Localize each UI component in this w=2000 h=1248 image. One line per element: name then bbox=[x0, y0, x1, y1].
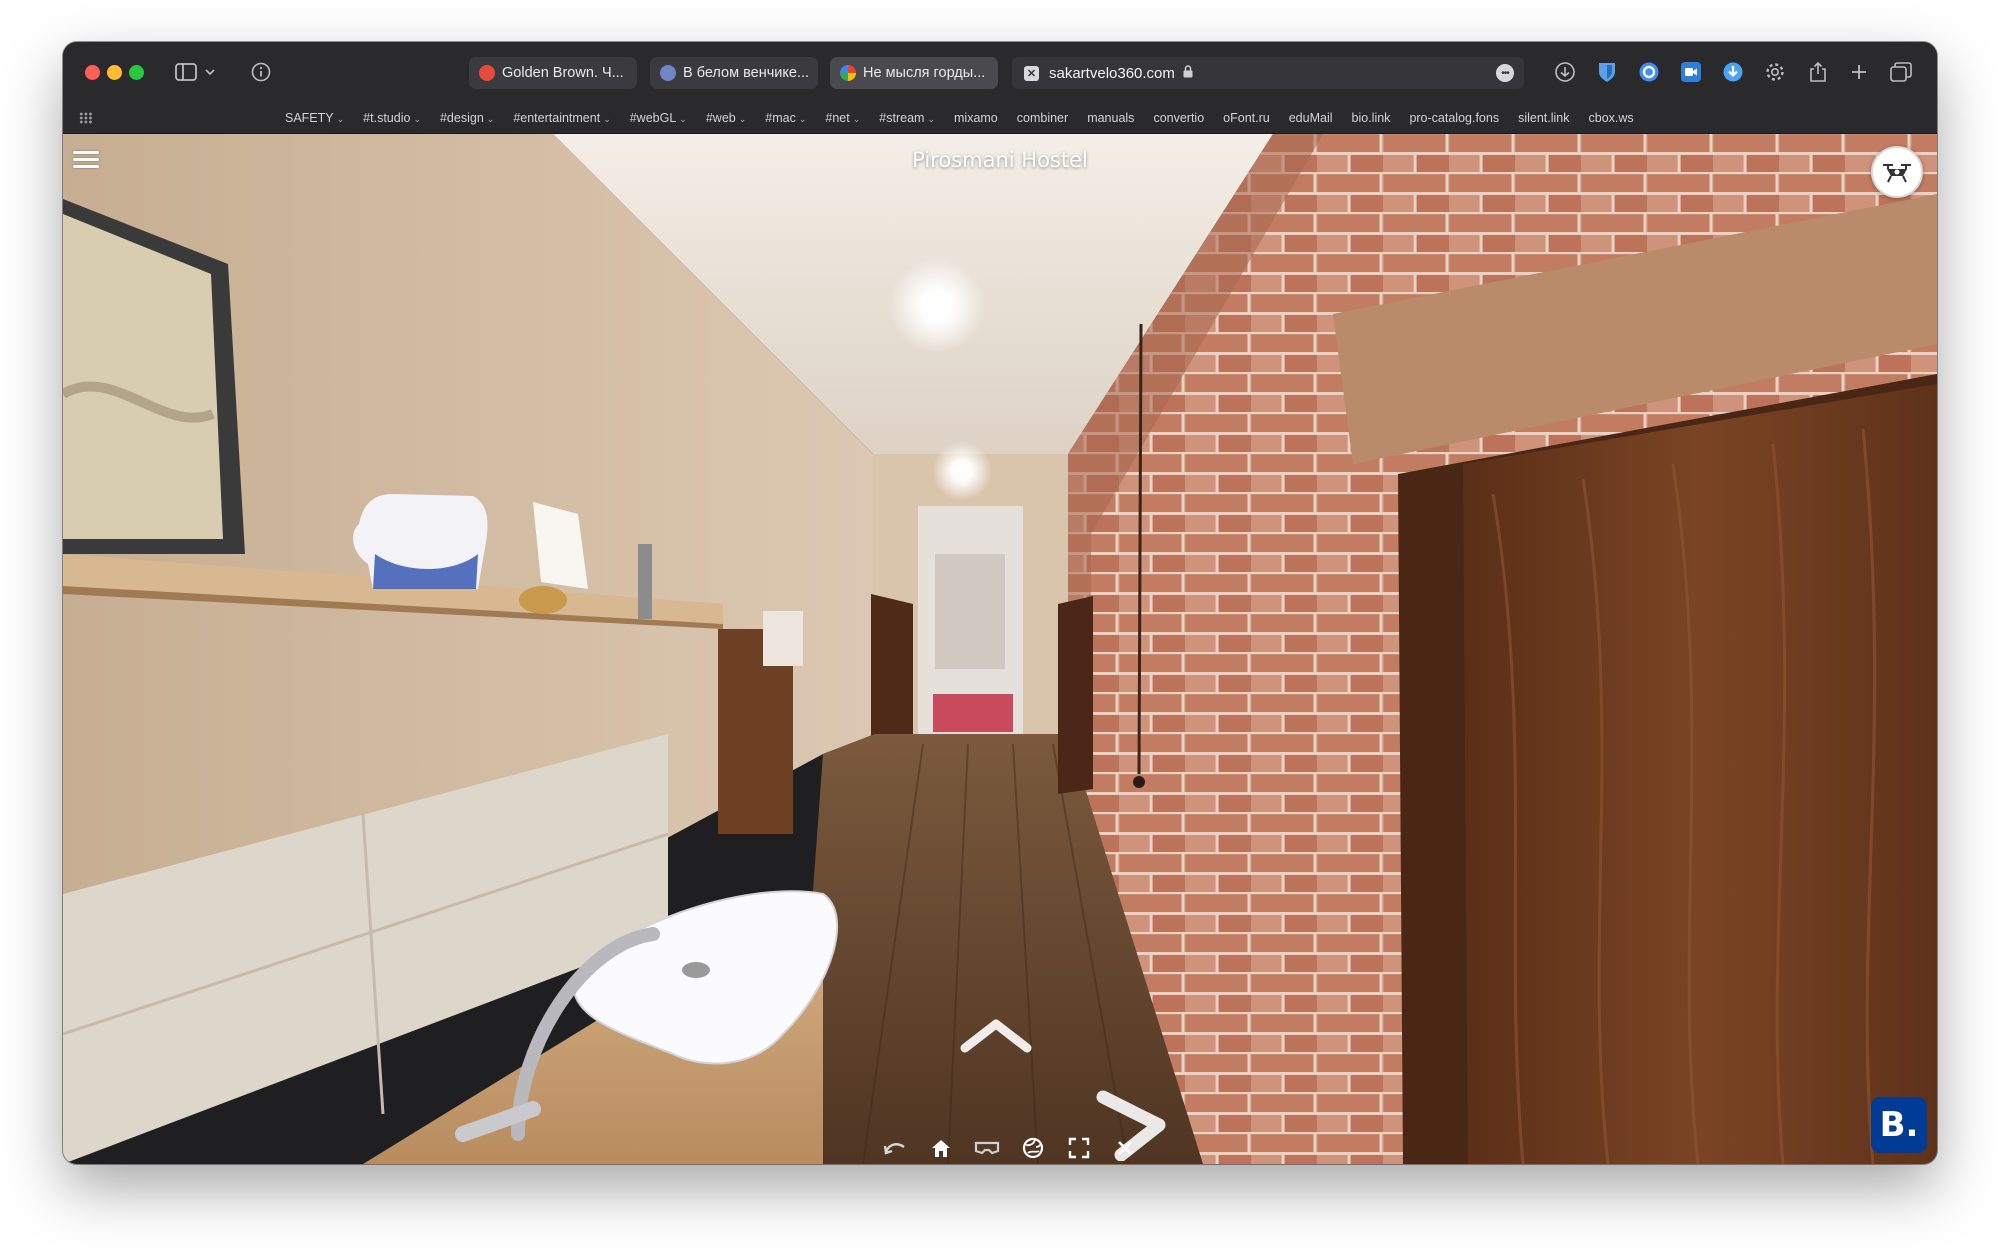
bookmark-silentlink[interactable]: silent.link bbox=[1518, 111, 1569, 125]
page-favicon-icon: ✕ bbox=[1024, 65, 1039, 81]
sidebar-toggle-icon[interactable] bbox=[173, 59, 199, 85]
chevron-down-icon: ⌄ bbox=[679, 114, 687, 124]
bookmark-manuals[interactable]: manuals bbox=[1087, 111, 1134, 125]
tab-favicon-icon bbox=[660, 65, 676, 81]
bookmark-label: #t.studio bbox=[363, 111, 411, 125]
chevron-down-icon: ⌄ bbox=[486, 114, 495, 124]
panorama-viewer[interactable]: Pirosmani Hostel B. bbox=[63, 134, 1937, 1164]
chevron-down-icon: ⌄ bbox=[798, 114, 807, 124]
bookmark-label: #webGL bbox=[629, 111, 677, 125]
bookmark-ofont[interactable]: oFont.ru bbox=[1223, 111, 1270, 125]
booking-button[interactable]: B. bbox=[1871, 1097, 1927, 1153]
tab-golden-brown[interactable]: Golden Brown. Ч... bbox=[469, 57, 637, 89]
bookmark-label: #design bbox=[439, 111, 484, 125]
bookmark-label: #mac bbox=[765, 111, 796, 125]
bookmark-label: #entertaintment bbox=[513, 111, 601, 125]
bookmark-folder-tstudio[interactable]: #t.studio ⌄ bbox=[363, 111, 421, 125]
tour-title: Pirosmani Hostel bbox=[912, 148, 1088, 172]
gear-icon[interactable] bbox=[1763, 60, 1787, 84]
bookmark-folder-stream[interactable]: #stream ⌄ bbox=[879, 111, 935, 125]
bookmark-edumail[interactable]: eduMail bbox=[1289, 111, 1333, 125]
panorama-scene[interactable] bbox=[63, 134, 1937, 1164]
bookmark-mixamo[interactable]: mixamo bbox=[954, 111, 998, 125]
tab-label: В белом венчике... bbox=[683, 65, 810, 81]
bitwarden-icon[interactable] bbox=[1595, 60, 1619, 84]
drone-view-icon[interactable] bbox=[1871, 146, 1923, 198]
browser-window: Golden Brown. Ч... В белом венчике... Не… bbox=[63, 42, 1937, 1164]
address-bar[interactable]: ✕ sakartvelo360.com ••• bbox=[1012, 57, 1524, 89]
globe-icon[interactable] bbox=[1010, 1134, 1056, 1162]
minimize-window-button[interactable] bbox=[107, 65, 122, 80]
bookmarks-bar: SAFETY ⌄ #t.studio ⌄ #design ⌄ #entertaintm… bbox=[63, 102, 1937, 134]
browser-toolbar: Golden Brown. Ч... В белом венчике... Не… bbox=[63, 42, 1937, 102]
ceiling-light bbox=[932, 441, 992, 501]
more-options-icon[interactable]: ••• bbox=[1496, 64, 1514, 82]
chevron-down-icon: ⌄ bbox=[852, 114, 861, 124]
bookmark-folder-webgl[interactable]: #webGL ⌄ bbox=[630, 111, 687, 125]
bookmark-label: #net bbox=[825, 111, 850, 125]
bookmark-folder-entertaintment[interactable]: #entertaintment ⌄ bbox=[513, 111, 610, 125]
bookmark-folder-web[interactable]: #web ⌄ bbox=[706, 111, 746, 125]
bookmark-folder-design[interactable]: #design ⌄ bbox=[440, 111, 494, 125]
bookmark-label: #stream bbox=[879, 111, 925, 125]
tab-label: Golden Brown. Ч... bbox=[502, 65, 624, 81]
lock-icon bbox=[1183, 65, 1193, 81]
bookmark-folder-net[interactable]: #net ⌄ bbox=[825, 111, 860, 125]
tab-overview-icon[interactable] bbox=[1889, 60, 1913, 84]
pepper-mill bbox=[638, 544, 652, 619]
bookmark-label: SAFETY bbox=[285, 111, 334, 125]
download-manager-icon[interactable] bbox=[1721, 60, 1745, 84]
chevron-down-icon: ⌄ bbox=[927, 114, 935, 124]
close-window-button[interactable] bbox=[85, 65, 100, 80]
zoom-window-button[interactable] bbox=[129, 65, 144, 80]
bookmark-biolink[interactable]: bio.link bbox=[1352, 111, 1391, 125]
chevron-down-icon: ⌄ bbox=[336, 114, 345, 124]
navigate-forward-arrow[interactable] bbox=[959, 1014, 1033, 1056]
video-extension-icon[interactable] bbox=[1679, 60, 1703, 84]
bookmark-combiner[interactable]: combiner bbox=[1017, 111, 1068, 125]
bookmark-cbox[interactable]: cbox.ws bbox=[1589, 111, 1634, 125]
vr-icon[interactable] bbox=[964, 1134, 1010, 1162]
tab-label: Не мысля горды... bbox=[863, 65, 986, 81]
chevron-down-icon: ⌄ bbox=[603, 114, 611, 124]
record-extension-icon[interactable] bbox=[1637, 60, 1661, 84]
share-icon[interactable] bbox=[1806, 60, 1830, 84]
home-icon[interactable] bbox=[918, 1134, 964, 1162]
info-icon[interactable] bbox=[249, 59, 273, 85]
download-icon[interactable] bbox=[1553, 60, 1577, 84]
new-tab-icon[interactable] bbox=[1847, 60, 1871, 84]
bookmark-label: #web bbox=[705, 111, 736, 125]
tour-controls bbox=[872, 1134, 1148, 1162]
chevron-down-icon: ⌄ bbox=[738, 114, 747, 124]
tab-favicon-icon bbox=[479, 65, 495, 81]
bookmark-folder-mac[interactable]: #mac ⌄ bbox=[765, 111, 806, 125]
bookmark-convertio[interactable]: convertio bbox=[1153, 111, 1204, 125]
chevron-down-icon: ⌄ bbox=[413, 114, 421, 124]
ceiling-light bbox=[889, 258, 985, 354]
apps-grid-icon[interactable] bbox=[79, 112, 93, 124]
chevron-down-icon[interactable] bbox=[203, 59, 217, 85]
tab-v-belom-venchike[interactable]: В белом венчике... bbox=[650, 57, 818, 89]
bookmark-folder-safety[interactable]: SAFETY ⌄ bbox=[285, 111, 344, 125]
address-text: sakartvelo360.com bbox=[1049, 64, 1175, 82]
fullscreen-icon[interactable] bbox=[1056, 1134, 1102, 1162]
close-icon[interactable] bbox=[1102, 1134, 1148, 1162]
back-icon[interactable] bbox=[872, 1134, 918, 1162]
red-rug bbox=[933, 694, 1013, 732]
google-icon bbox=[840, 65, 856, 81]
tab-ne-mysla-gordy[interactable]: Не мысля горды... bbox=[830, 57, 998, 89]
bookmark-pro-catalog[interactable]: pro-catalog.fons bbox=[1409, 111, 1499, 125]
